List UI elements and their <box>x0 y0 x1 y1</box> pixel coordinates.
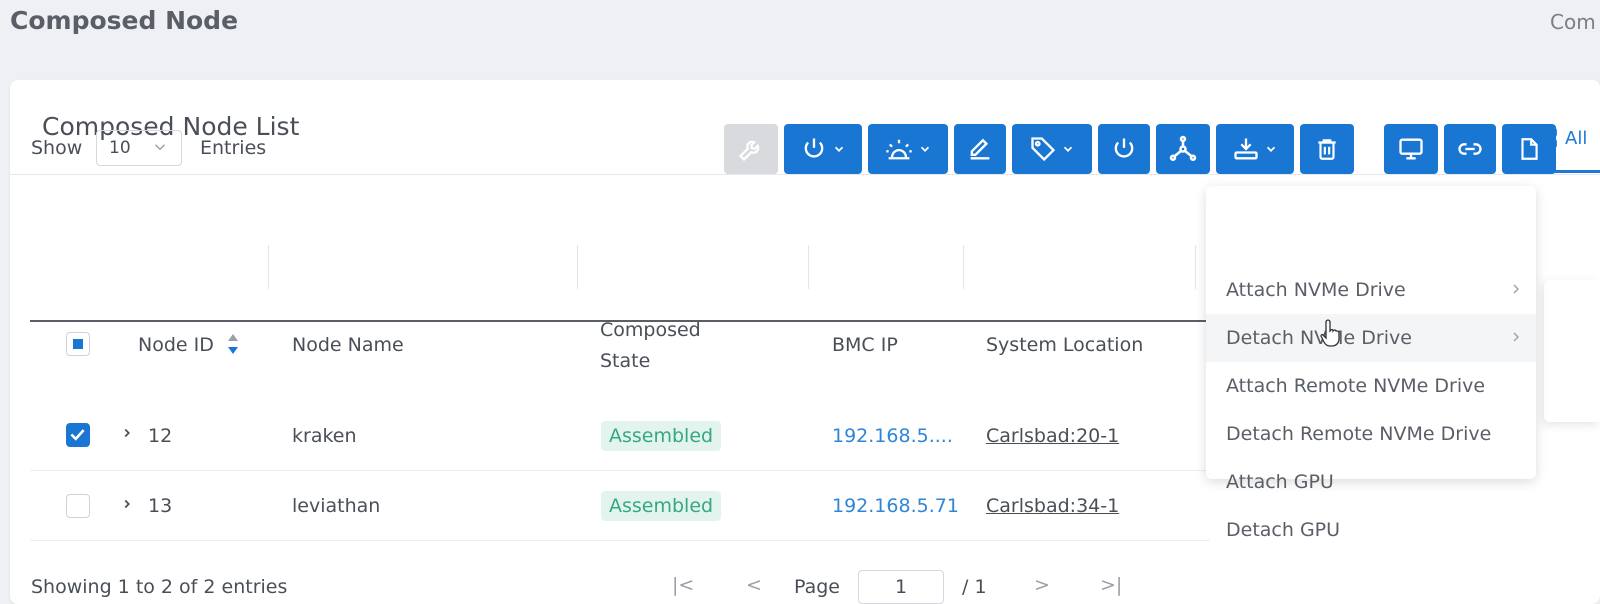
row-expand-chevron[interactable] <box>120 496 134 517</box>
tag-icon <box>1031 137 1056 162</box>
page-label: Page <box>794 576 840 598</box>
chevron-right-icon <box>124 499 130 509</box>
menu-item-attach-remote-nvme-drive[interactable]: Attach Remote NVMe Drive <box>1206 362 1536 410</box>
column-separator <box>577 245 578 289</box>
column-separator <box>808 245 809 289</box>
row-system-location-link[interactable]: Carlsbad:20-1 <box>986 425 1119 447</box>
menu-item-label: Attach GPU <box>1226 471 1334 493</box>
sort-icon[interactable] <box>226 332 240 356</box>
breadcrumb[interactable]: Com <box>1550 10 1596 34</box>
menu-item-label: Attach NVMe Drive <box>1226 279 1406 301</box>
check-icon <box>70 429 85 441</box>
wrench-button[interactable] <box>724 124 778 174</box>
row-node-name: leviathan <box>292 495 381 517</box>
column-header-node-id[interactable]: Node ID <box>138 334 214 356</box>
header-divider <box>30 320 1210 322</box>
row-checkbox[interactable] <box>66 494 90 518</box>
menu-item-attach-gpu[interactable]: Attach GPU <box>1206 458 1536 506</box>
console-button[interactable] <box>1384 124 1438 174</box>
hand-cursor-icon <box>1320 319 1340 347</box>
power-dropdown-button[interactable] <box>784 124 862 174</box>
beacon-icon <box>886 139 912 160</box>
chevron-right-icon <box>1513 284 1519 294</box>
row-bmc-ip-link[interactable]: 192.168.5.... <box>832 425 953 447</box>
chevron-down-icon <box>154 144 166 151</box>
column-separator <box>1195 245 1196 289</box>
delete-button[interactable] <box>1300 124 1354 174</box>
prev-page-icon[interactable]: < <box>746 574 762 596</box>
download-drive-icon <box>1234 138 1258 160</box>
monitor-icon <box>1399 138 1423 160</box>
power-icon <box>804 138 824 158</box>
wrench-icon <box>738 140 760 162</box>
menu-item-detach-nvme-drive[interactable]: Detach NVMe Drive <box>1206 314 1536 362</box>
entries-value: 10 <box>109 138 131 158</box>
show-label: Show <box>31 137 83 159</box>
column-header-bmc-ip[interactable]: BMC IP <box>832 334 898 356</box>
edit-button[interactable] <box>954 124 1006 174</box>
row-bmc-ip-link[interactable]: 192.168.5.71 <box>832 495 959 517</box>
link-button[interactable] <box>1444 124 1496 174</box>
menu-item-label: Detach NVMe Drive <box>1226 327 1412 349</box>
last-page-icon[interactable]: >| <box>1100 574 1122 596</box>
status-badge: Assembled <box>601 491 722 521</box>
row-node-name: kraken <box>292 425 357 447</box>
page-total: / 1 <box>962 576 987 598</box>
first-page-icon[interactable]: |< <box>672 574 694 596</box>
column-header-system-location[interactable]: System Location <box>986 334 1143 356</box>
row-node-id: 13 <box>148 495 173 517</box>
tab-all-label: All <box>1565 128 1588 149</box>
topology-button[interactable] <box>1156 124 1210 174</box>
power-button[interactable] <box>1098 124 1150 174</box>
menu-item-label: Detach Remote NVMe Drive <box>1226 423 1492 445</box>
indicator-dropdown-button[interactable] <box>868 124 948 174</box>
row-expand-chevron[interactable] <box>120 425 134 446</box>
menu-item-label: Detach GPU <box>1226 519 1341 541</box>
column-header-node-name[interactable]: Node Name <box>292 334 404 356</box>
row-system-location-link[interactable]: Carlsbad:34-1 <box>986 495 1119 517</box>
chevron-down-icon <box>834 146 844 152</box>
chevron-right-icon <box>1513 332 1519 342</box>
trash-icon <box>1318 139 1336 160</box>
card-divider <box>10 174 1600 175</box>
row-divider <box>30 540 1210 541</box>
chevron-down-icon <box>920 146 930 152</box>
link-icon <box>1458 143 1482 155</box>
column-header-composed[interactable]: Composed <box>600 319 701 341</box>
drive-actions-dropdown: Attach NVMe Drive Detach NVMe Drive Atta… <box>1206 186 1536 541</box>
entries-summary: Showing 1 to 2 of 2 entries <box>31 576 288 598</box>
page-title: Composed Node <box>10 6 239 35</box>
document-icon <box>1521 138 1538 160</box>
column-separator <box>268 245 269 289</box>
row-divider <box>30 470 1210 471</box>
entries-label: Entries <box>200 137 267 159</box>
next-page-icon[interactable]: > <box>1034 574 1050 596</box>
entries-select[interactable]: 10 <box>96 130 182 166</box>
menu-item-attach-nvme-drive[interactable]: Attach NVMe Drive <box>1206 266 1536 314</box>
pencil-icon <box>970 138 990 160</box>
select-all-checkbox[interactable] <box>66 332 90 356</box>
tag-dropdown-button[interactable] <box>1012 124 1092 174</box>
chevron-down-icon <box>1063 146 1073 152</box>
row-node-id: 12 <box>148 425 173 447</box>
row-checkbox[interactable] <box>66 423 90 447</box>
page-number-input[interactable]: 1 <box>858 570 944 604</box>
drive-dropdown-button[interactable] <box>1216 124 1294 174</box>
submenu-panel <box>1544 280 1600 422</box>
topology-icon <box>1169 135 1197 161</box>
menu-item-label: Attach Remote NVMe Drive <box>1226 375 1486 397</box>
power-icon <box>1114 138 1134 158</box>
document-button[interactable] <box>1502 124 1556 174</box>
column-header-state[interactable]: State <box>600 350 650 372</box>
column-separator <box>963 245 964 289</box>
status-badge: Assembled <box>601 421 722 451</box>
node-id-header-label: Node ID <box>138 334 214 356</box>
chevron-down-icon <box>1266 146 1276 152</box>
menu-item-detach-remote-nvme-drive[interactable]: Detach Remote NVMe Drive <box>1206 410 1536 458</box>
menu-item-detach-gpu[interactable]: Detach GPU <box>1206 506 1536 554</box>
chevron-right-icon <box>124 428 130 438</box>
